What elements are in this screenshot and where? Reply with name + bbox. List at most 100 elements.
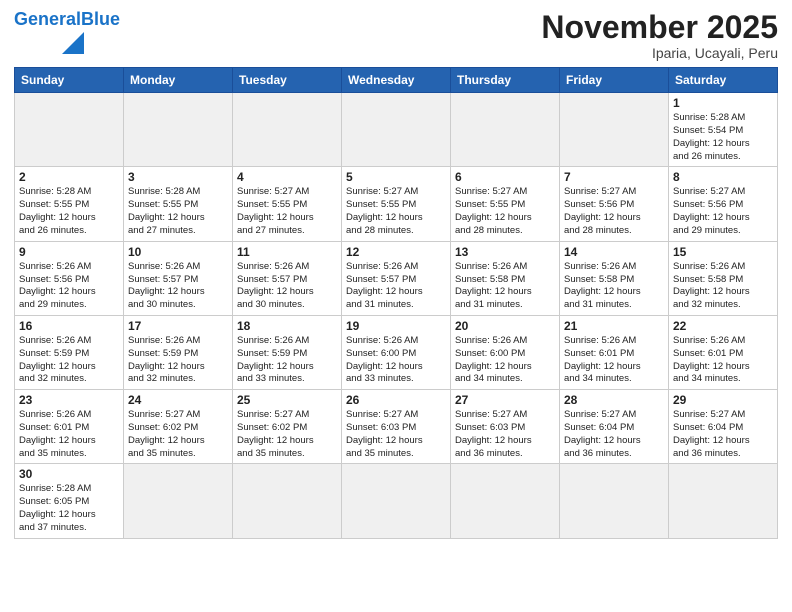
calendar-cell bbox=[451, 464, 560, 538]
calendar-cell: 23 Sunrise: 5:26 AM Sunset: 6:01 PM Dayli… bbox=[15, 390, 124, 464]
calendar-cell: 2 Sunrise: 5:28 AM Sunset: 5:55 PM Daylig… bbox=[15, 167, 124, 241]
col-sunday: Sunday bbox=[15, 68, 124, 93]
logo-triangle bbox=[62, 32, 84, 54]
calendar-cell bbox=[342, 464, 451, 538]
day-number: 26 bbox=[346, 393, 446, 407]
day-info: Sunrise: 5:27 AM Sunset: 6:02 PM Dayligh… bbox=[128, 409, 228, 460]
day-number: 1 bbox=[673, 96, 773, 110]
calendar-cell bbox=[233, 93, 342, 167]
calendar-cell: 3 Sunrise: 5:28 AM Sunset: 5:55 PM Daylig… bbox=[124, 167, 233, 241]
logo: GeneralBlue bbox=[14, 10, 120, 54]
day-number: 17 bbox=[128, 319, 228, 333]
calendar-cell bbox=[560, 93, 669, 167]
col-monday: Monday bbox=[124, 68, 233, 93]
calendar-cell: 17 Sunrise: 5:26 AM Sunset: 5:59 PM Dayli… bbox=[124, 315, 233, 389]
logo-text: GeneralBlue bbox=[14, 10, 120, 30]
day-info: Sunrise: 5:27 AM Sunset: 5:55 PM Dayligh… bbox=[346, 186, 446, 237]
calendar-cell: 6Sunrise: 5:27 AM Sunset: 5:55 PM Daylig… bbox=[451, 167, 560, 241]
calendar-cell: 10 Sunrise: 5:26 AM Sunset: 5:57 PM Dayli… bbox=[124, 241, 233, 315]
day-info: Sunrise: 5:26 AM Sunset: 5:57 PM Dayligh… bbox=[237, 261, 337, 312]
calendar-cell: 7 Sunrise: 5:27 AM Sunset: 5:56 PM Daylig… bbox=[560, 167, 669, 241]
calendar-cell bbox=[124, 93, 233, 167]
day-number: 5 bbox=[346, 170, 446, 184]
day-info: Sunrise: 5:26 AM Sunset: 5:59 PM Dayligh… bbox=[128, 335, 228, 386]
calendar-cell: 18Sunrise: 5:26 AM Sunset: 5:59 PM Dayli… bbox=[233, 315, 342, 389]
day-info: Sunrise: 5:27 AM Sunset: 6:03 PM Dayligh… bbox=[455, 409, 555, 460]
header: GeneralBlue November 2025 Iparia, Ucayal… bbox=[14, 10, 778, 61]
day-info: Sunrise: 5:27 AM Sunset: 6:04 PM Dayligh… bbox=[673, 409, 773, 460]
logo-blue: Blue bbox=[81, 9, 120, 29]
day-number: 11 bbox=[237, 245, 337, 259]
day-number: 29 bbox=[673, 393, 773, 407]
calendar-cell: 25 Sunrise: 5:27 AM Sunset: 6:02 PM Dayli… bbox=[233, 390, 342, 464]
calendar-cell: 22Sunrise: 5:26 AM Sunset: 6:01 PM Dayli… bbox=[669, 315, 778, 389]
calendar-cell: 30Sunrise: 5:28 AM Sunset: 6:05 PM Dayli… bbox=[15, 464, 124, 538]
calendar-table: Sunday Monday Tuesday Wednesday Thursday… bbox=[14, 67, 778, 539]
day-number: 10 bbox=[128, 245, 228, 259]
day-info: Sunrise: 5:26 AM Sunset: 5:58 PM Dayligh… bbox=[673, 261, 773, 312]
day-number: 20 bbox=[455, 319, 555, 333]
calendar-cell: 15Sunrise: 5:26 AM Sunset: 5:58 PM Dayli… bbox=[669, 241, 778, 315]
day-number: 24 bbox=[128, 393, 228, 407]
calendar-cell bbox=[560, 464, 669, 538]
calendar-cell: 24 Sunrise: 5:27 AM Sunset: 6:02 PM Dayli… bbox=[124, 390, 233, 464]
page: GeneralBlue November 2025 Iparia, Ucayal… bbox=[0, 0, 792, 612]
calendar-cell: 16Sunrise: 5:26 AM Sunset: 5:59 PM Dayli… bbox=[15, 315, 124, 389]
calendar-cell bbox=[342, 93, 451, 167]
day-info: Sunrise: 5:27 AM Sunset: 5:55 PM Dayligh… bbox=[455, 186, 555, 237]
day-number: 3 bbox=[128, 170, 228, 184]
calendar-cell: 14Sunrise: 5:26 AM Sunset: 5:58 PM Dayli… bbox=[560, 241, 669, 315]
day-number: 13 bbox=[455, 245, 555, 259]
col-friday: Friday bbox=[560, 68, 669, 93]
day-number: 19 bbox=[346, 319, 446, 333]
day-number: 25 bbox=[237, 393, 337, 407]
calendar-cell: 13 Sunrise: 5:26 AM Sunset: 5:58 PM Dayli… bbox=[451, 241, 560, 315]
calendar-cell bbox=[15, 93, 124, 167]
col-wednesday: Wednesday bbox=[342, 68, 451, 93]
calendar-subtitle: Iparia, Ucayali, Peru bbox=[541, 45, 778, 61]
calendar-cell bbox=[451, 93, 560, 167]
day-info: Sunrise: 5:26 AM Sunset: 6:00 PM Dayligh… bbox=[346, 335, 446, 386]
col-thursday: Thursday bbox=[451, 68, 560, 93]
day-info: Sunrise: 5:26 AM Sunset: 5:56 PM Dayligh… bbox=[19, 261, 119, 312]
calendar-cell bbox=[233, 464, 342, 538]
day-info: Sunrise: 5:26 AM Sunset: 5:59 PM Dayligh… bbox=[19, 335, 119, 386]
calendar-title: November 2025 bbox=[541, 10, 778, 45]
day-info: Sunrise: 5:27 AM Sunset: 6:04 PM Dayligh… bbox=[564, 409, 664, 460]
calendar-cell: 12 Sunrise: 5:26 AM Sunset: 5:57 PM Dayli… bbox=[342, 241, 451, 315]
calendar-cell: 5 Sunrise: 5:27 AM Sunset: 5:55 PM Daylig… bbox=[342, 167, 451, 241]
day-number: 9 bbox=[19, 245, 119, 259]
calendar-cell: 20 Sunrise: 5:26 AM Sunset: 6:00 PM Dayli… bbox=[451, 315, 560, 389]
day-info: Sunrise: 5:26 AM Sunset: 6:01 PM Dayligh… bbox=[19, 409, 119, 460]
day-info: Sunrise: 5:28 AM Sunset: 5:54 PM Dayligh… bbox=[673, 112, 773, 163]
day-info: Sunrise: 5:27 AM Sunset: 5:56 PM Dayligh… bbox=[564, 186, 664, 237]
day-info: Sunrise: 5:27 AM Sunset: 5:55 PM Dayligh… bbox=[237, 186, 337, 237]
day-info: Sunrise: 5:28 AM Sunset: 5:55 PM Dayligh… bbox=[128, 186, 228, 237]
title-block: November 2025 Iparia, Ucayali, Peru bbox=[541, 10, 778, 61]
day-info: Sunrise: 5:26 AM Sunset: 6:01 PM Dayligh… bbox=[673, 335, 773, 386]
day-number: 4 bbox=[237, 170, 337, 184]
day-info: Sunrise: 5:26 AM Sunset: 5:57 PM Dayligh… bbox=[346, 261, 446, 312]
day-number: 12 bbox=[346, 245, 446, 259]
day-info: Sunrise: 5:28 AM Sunset: 5:55 PM Dayligh… bbox=[19, 186, 119, 237]
col-tuesday: Tuesday bbox=[233, 68, 342, 93]
day-info: Sunrise: 5:27 AM Sunset: 5:56 PM Dayligh… bbox=[673, 186, 773, 237]
calendar-cell: 19 Sunrise: 5:26 AM Sunset: 6:00 PM Dayli… bbox=[342, 315, 451, 389]
day-number: 21 bbox=[564, 319, 664, 333]
day-info: Sunrise: 5:26 AM Sunset: 5:59 PM Dayligh… bbox=[237, 335, 337, 386]
day-number: 7 bbox=[564, 170, 664, 184]
day-number: 23 bbox=[19, 393, 119, 407]
calendar-cell: 21Sunrise: 5:26 AM Sunset: 6:01 PM Dayli… bbox=[560, 315, 669, 389]
day-info: Sunrise: 5:26 AM Sunset: 6:00 PM Dayligh… bbox=[455, 335, 555, 386]
day-number: 30 bbox=[19, 467, 119, 481]
calendar-cell: 28Sunrise: 5:27 AM Sunset: 6:04 PM Dayli… bbox=[560, 390, 669, 464]
day-info: Sunrise: 5:26 AM Sunset: 5:58 PM Dayligh… bbox=[455, 261, 555, 312]
day-info: Sunrise: 5:27 AM Sunset: 6:02 PM Dayligh… bbox=[237, 409, 337, 460]
calendar-cell: 8Sunrise: 5:27 AM Sunset: 5:56 PM Daylig… bbox=[669, 167, 778, 241]
calendar-cell bbox=[669, 464, 778, 538]
calendar-cell: 9 Sunrise: 5:26 AM Sunset: 5:56 PM Daylig… bbox=[15, 241, 124, 315]
day-info: Sunrise: 5:26 AM Sunset: 5:57 PM Dayligh… bbox=[128, 261, 228, 312]
day-number: 2 bbox=[19, 170, 119, 184]
calendar-cell: 27Sunrise: 5:27 AM Sunset: 6:03 PM Dayli… bbox=[451, 390, 560, 464]
calendar-cell: 1 Sunrise: 5:28 AM Sunset: 5:54 PM Daylig… bbox=[669, 93, 778, 167]
